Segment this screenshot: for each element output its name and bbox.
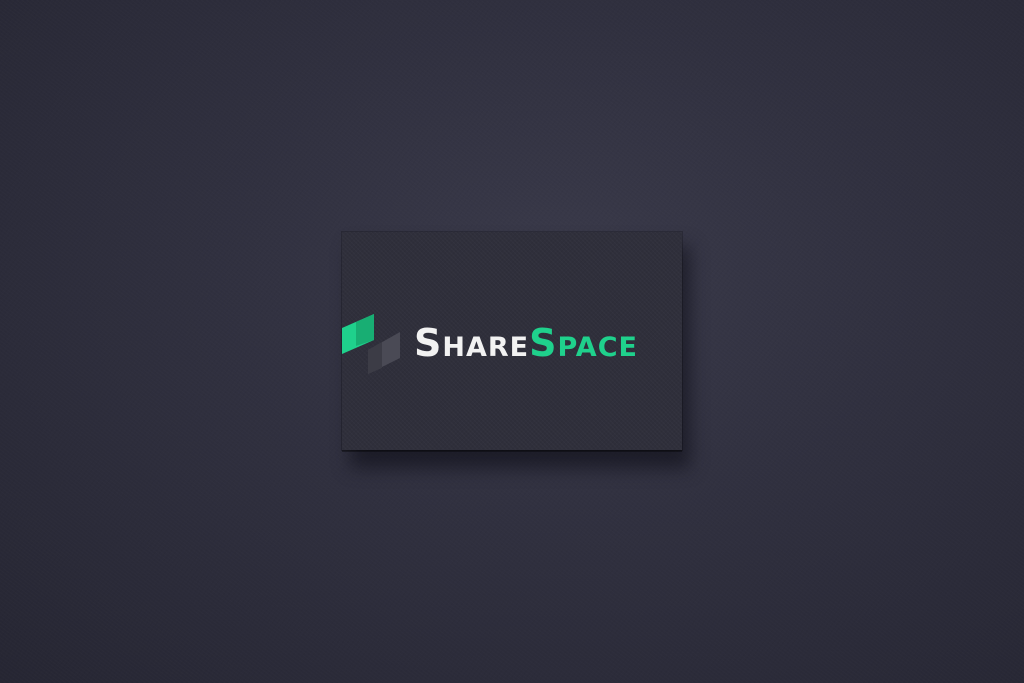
wordmark-share-initial: S xyxy=(414,321,443,365)
wordmark-space-rest: PACE xyxy=(557,332,638,363)
business-card: SHARESPACE xyxy=(342,232,682,450)
sharespace-wordmark: SHARESPACE xyxy=(414,320,638,366)
wordmark-share-rest: HARE xyxy=(442,332,530,363)
wordmark-space-initial: S xyxy=(529,321,558,365)
sharespace-logo-icon xyxy=(342,314,400,374)
